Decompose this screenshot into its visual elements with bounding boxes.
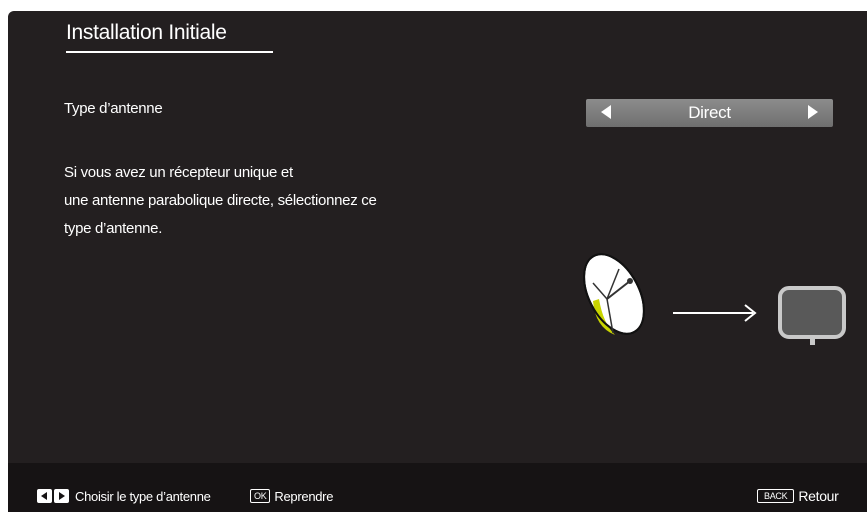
key-left-icon bbox=[37, 489, 52, 503]
description-line: une antenne parabolique directe, sélecti… bbox=[64, 192, 377, 209]
antenna-type-label: Type d’antenne bbox=[64, 100, 163, 117]
description-line: Si vous avez un récepteur unique et bbox=[64, 164, 293, 181]
tv-monitor-icon bbox=[778, 286, 846, 345]
back-key-icon: BACK bbox=[757, 489, 795, 503]
footer-resume-label: Reprendre bbox=[274, 488, 334, 504]
key-right-icon bbox=[54, 489, 69, 503]
satellite-dish-icon bbox=[583, 253, 645, 335]
direct-antenna-illustration bbox=[583, 253, 846, 345]
footer-choose-label: Choisir le type d’antenne bbox=[75, 488, 211, 504]
footer-back-hint[interactable]: BACK Retour bbox=[757, 487, 839, 505]
ok-key-icon: OK bbox=[250, 489, 271, 503]
page-title: Installation Initiale bbox=[66, 21, 227, 44]
footer-ok-hint[interactable]: OK Reprendre bbox=[250, 487, 333, 505]
antenna-type-selector[interactable]: Direct bbox=[586, 99, 833, 127]
footer-bar: Choisir le type d’antenne OK Reprendre B… bbox=[8, 463, 867, 512]
footer-back-label: Retour bbox=[798, 488, 839, 504]
footer-choose-hint: Choisir le type d’antenne bbox=[37, 487, 211, 505]
setup-screen: Installation Initiale Type d’antenne Dir… bbox=[8, 11, 867, 512]
description-text: Si vous avez un récepteur unique et une … bbox=[64, 159, 444, 243]
arrow-right-icon bbox=[673, 304, 757, 322]
description-line: type d’antenne. bbox=[64, 220, 163, 237]
triangle-right-icon[interactable] bbox=[808, 105, 818, 119]
title-underline bbox=[66, 51, 273, 53]
antenna-type-value: Direct bbox=[688, 103, 731, 122]
